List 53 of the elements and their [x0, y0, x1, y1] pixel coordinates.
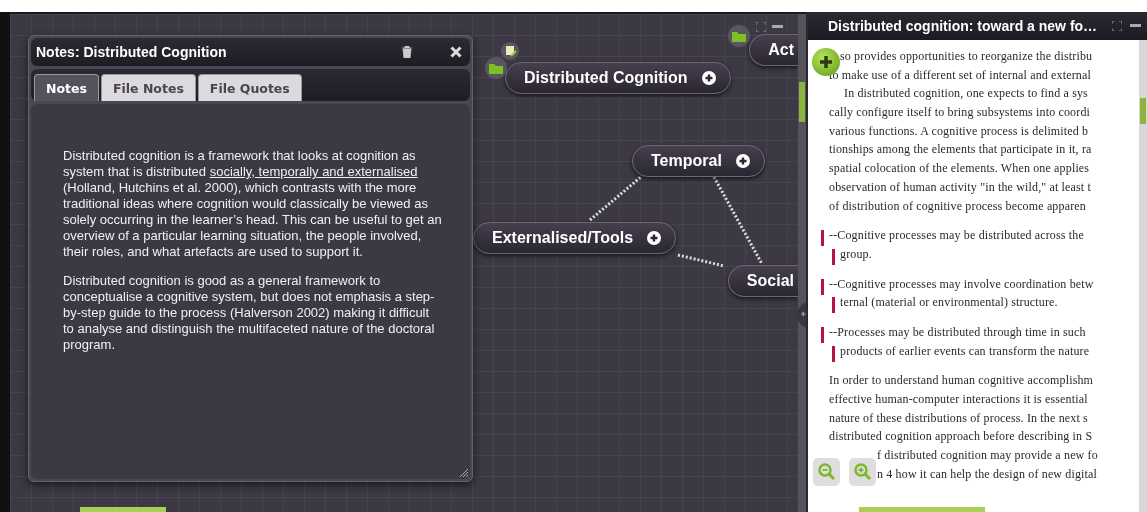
note-icon[interactable]	[501, 42, 519, 60]
map-node[interactable]: Distributed Cognition	[505, 62, 731, 94]
close-button[interactable]	[450, 46, 462, 58]
document-line: various functions. A cognitive process is delimited b	[829, 123, 1089, 140]
document-line: observation of human activity "in the wild," at least t	[829, 179, 1091, 196]
add-icon[interactable]	[735, 154, 750, 168]
map-node[interactable]: Act	[749, 34, 798, 66]
tab[interactable]: File Notes	[100, 74, 196, 101]
tab[interactable]: File Quotes	[197, 74, 302, 101]
add-icon[interactable]	[701, 71, 716, 85]
plus-icon[interactable]	[819, 55, 833, 69]
document-line: --Cognitive processes may be distributed across the	[821, 228, 1084, 247]
tab[interactable]: Notes	[34, 74, 99, 101]
document-line: of distribution of cognitive process become apparen	[829, 198, 1086, 215]
document-line: distributed cognition approach before describing in S	[829, 429, 1093, 446]
note-body[interactable]	[31, 104, 470, 479]
expand-icon[interactable]	[756, 22, 766, 32]
minimize-icon[interactable]	[772, 25, 783, 29]
document-line: n 4 how it can help the design of new digital	[877, 466, 1098, 483]
document-line: In order to understand human cognitive accomplishm	[829, 373, 1094, 390]
mind-map-canvas[interactable]	[10, 12, 806, 512]
scrollbar-thumb[interactable]	[80, 507, 166, 512]
folder-icon[interactable]	[485, 57, 507, 79]
document-line: spatial colocation of the elements. When one applies	[829, 161, 1090, 178]
add-icon[interactable]	[647, 231, 662, 245]
document-line: ternal (material or environmental) structure.	[829, 295, 1058, 314]
map-node[interactable]: Social	[727, 265, 798, 297]
document-line: group.	[829, 246, 872, 266]
map-node[interactable]: Temporal	[632, 145, 765, 177]
document-title: Distributed cognition: toward a new fo…	[828, 18, 1099, 34]
document-line: nature of these distributions of process. In the next s	[829, 410, 1088, 427]
scrollbar[interactable]	[1139, 40, 1147, 512]
folder-icon[interactable]	[728, 25, 750, 47]
document-line: effective human-computer interactions it is essential	[829, 392, 1088, 408]
expand-icon[interactable]	[1112, 21, 1122, 31]
note-paragraph: Distributed cognition is good as a general framework to conceptualise a cognitive system, but does not emphasis a step-by-step guide to the process (Halverson 2002) making it difficult to analyse and distinguish the multifaceted nature of the doctoral program.	[63, 273, 436, 353]
document-line: --Cognitive processes may involve coordination betw	[821, 276, 1094, 296]
document-line: products of earlier events can transform the nature	[829, 343, 1090, 363]
resize-grip-icon[interactable]	[460, 469, 468, 477]
minimize-icon[interactable]	[1130, 24, 1141, 28]
scrollbar[interactable]	[798, 14, 806, 512]
map-node[interactable]: Externalised/Tools	[473, 222, 677, 254]
document-line: tionships among the elements that participate in it, ra	[829, 142, 1092, 159]
document-line: f distributed cognition may provide a new fo	[877, 448, 1098, 465]
document-line: cally configure itself to bring subsystems into coordi	[829, 105, 1091, 122]
connector-line	[589, 174, 643, 222]
note-paragraph: Distributed cognition is a framework that looks at cognition as system that is distributed socially, temporally and externalised (Holland, Hutchins et al. 2000), which contrasts with the more traditional ideas where cognition would classically be viewed as solely occurring in the learner’s head. This can be useful to get an overview of a particular learning situation, the people involved, their roles, and what artefacts are used to support it.	[63, 148, 442, 260]
window-title: Notes: Distributed Cognition	[36, 44, 228, 60]
document-line: --Processes may be distributed through time in such	[821, 324, 1086, 344]
delete-button[interactable]	[402, 46, 412, 58]
document-line: In distributed cognition, one expects to find a sys	[844, 86, 1088, 103]
scrollbar-thumb[interactable]	[859, 507, 985, 512]
document-line: so provides opportunities to reorganize the distribu	[840, 49, 1093, 65]
